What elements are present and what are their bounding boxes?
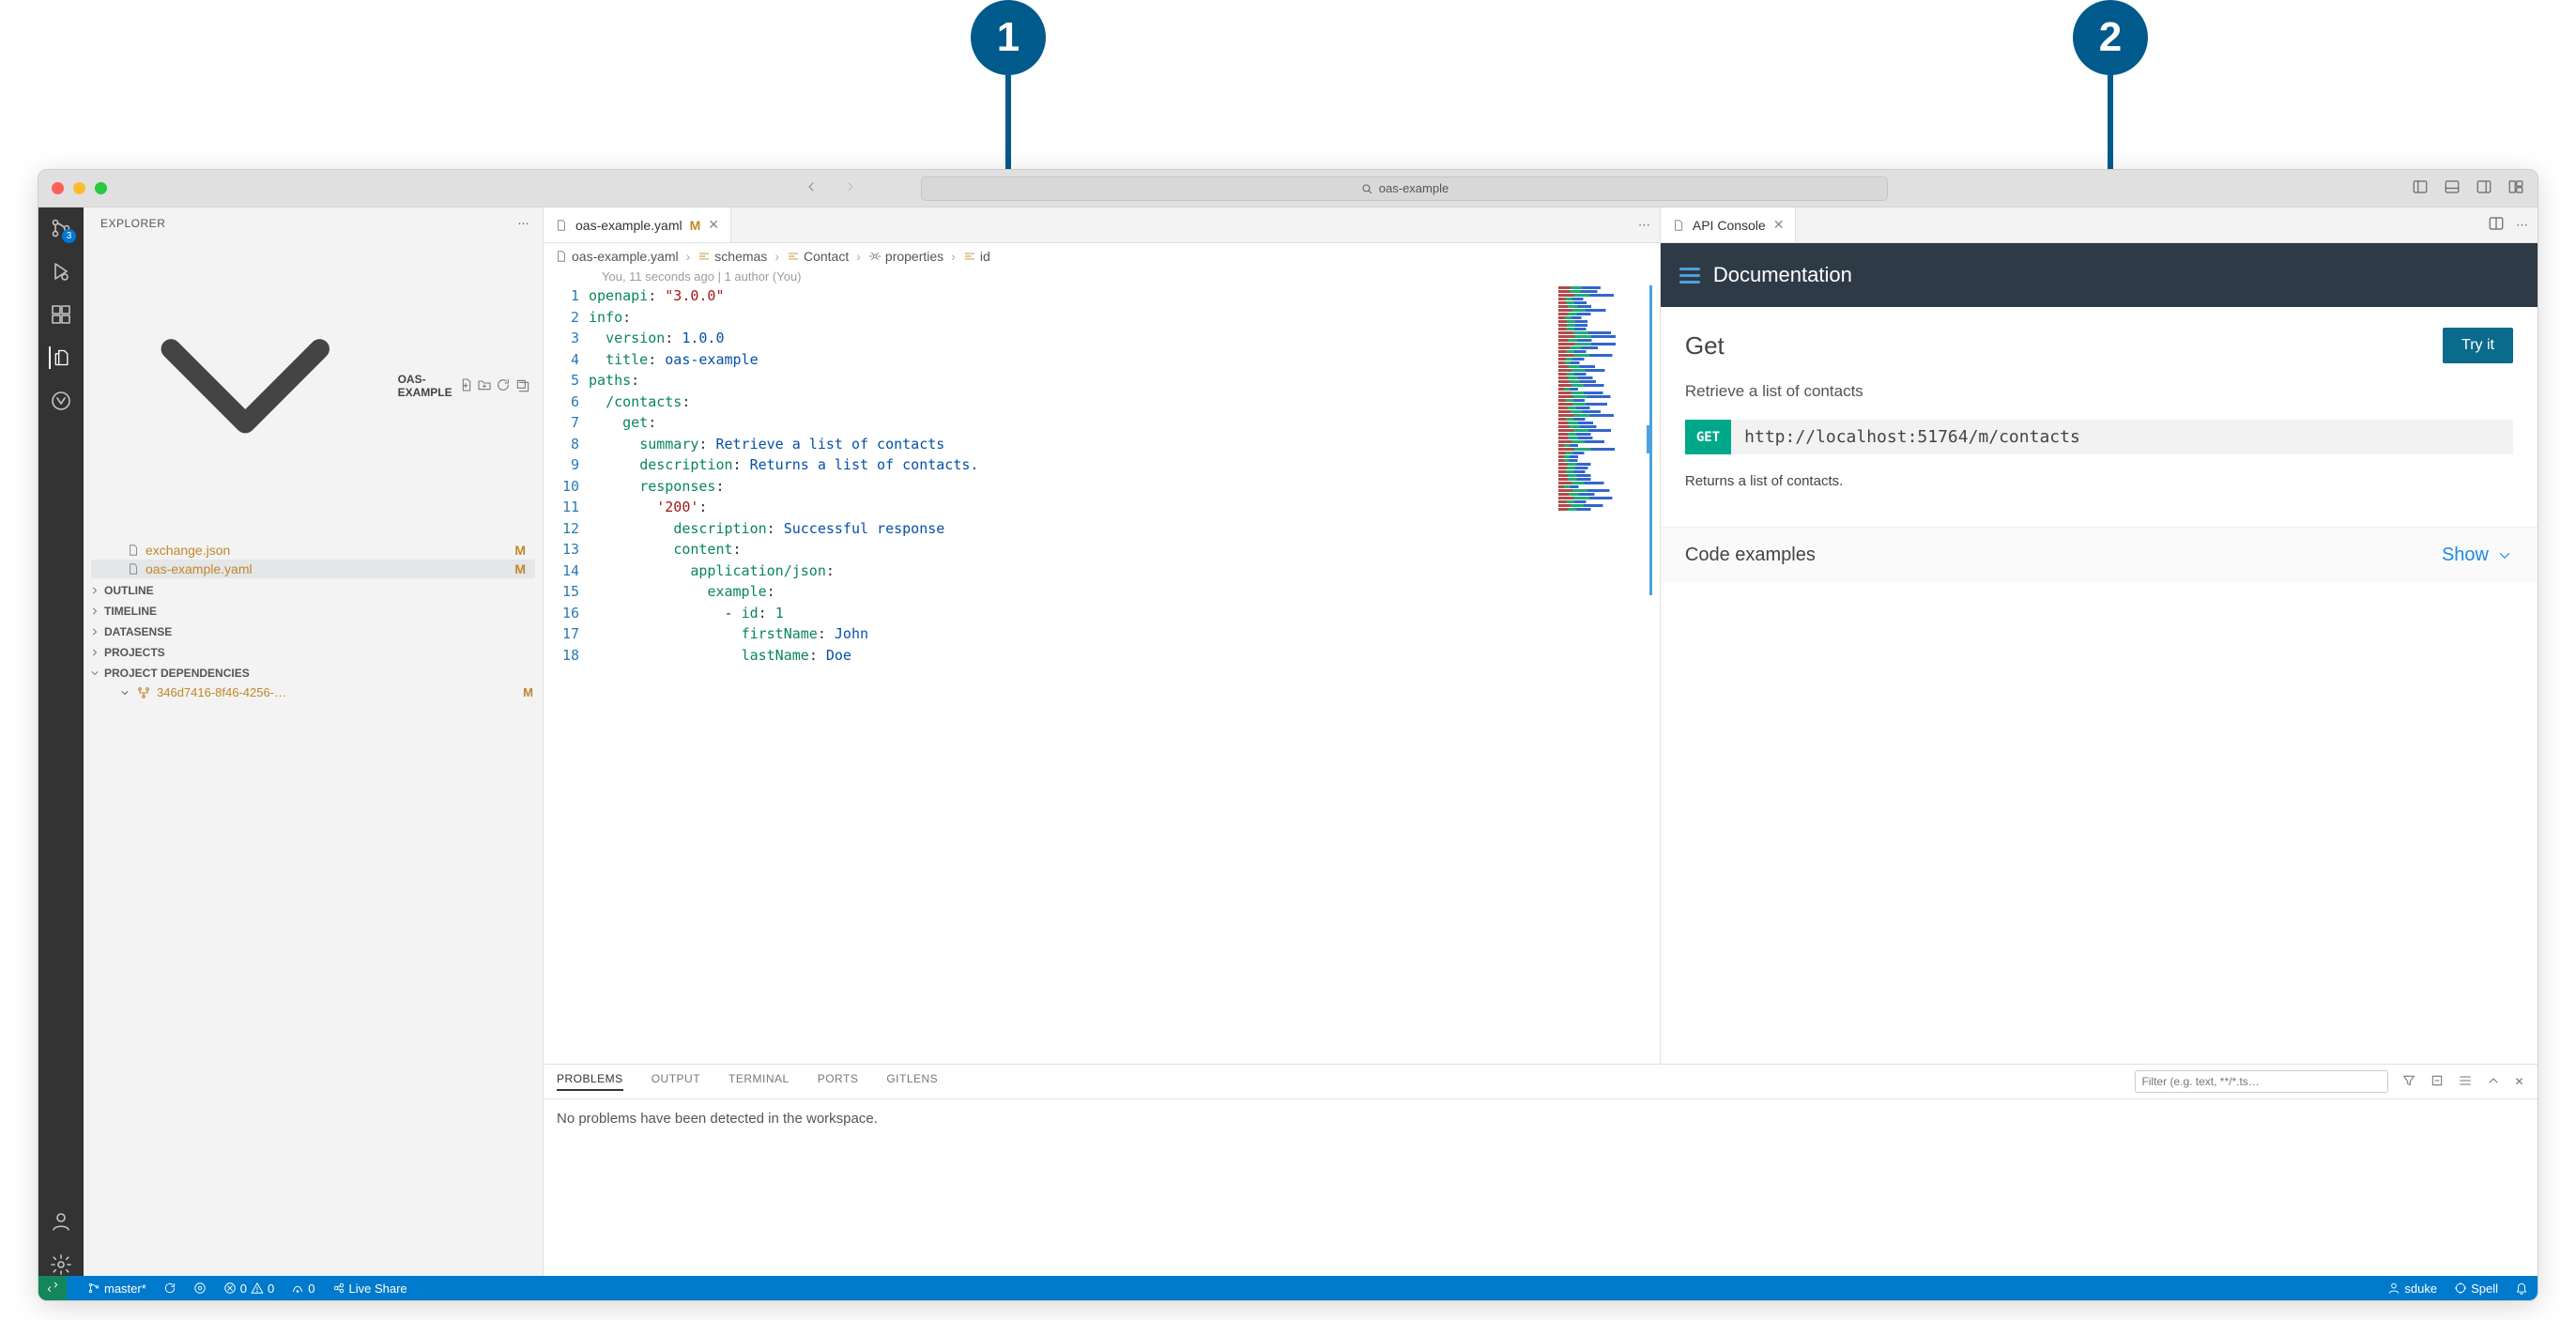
project-dependencies-section[interactable]: PROJECT DEPENDENCIES — [84, 663, 543, 683]
collapse-icon[interactable] — [2430, 1073, 2445, 1091]
sidebar-section-projects[interactable]: PROJECTS — [84, 642, 543, 663]
command-center-text: oas-example — [1379, 181, 1449, 195]
code-editor[interactable]: 123456789101112131415161718 openapi: "3.… — [544, 285, 1660, 1064]
panel-tab-ports[interactable]: PORTS — [818, 1072, 859, 1091]
window-minimize-icon[interactable] — [73, 182, 85, 194]
dependency-item[interactable]: 346d7416-8f46-4256-… M — [84, 683, 543, 702]
scm-icon[interactable]: 3 — [50, 217, 72, 239]
panel-tab-gitlens[interactable]: GITLENS — [886, 1072, 938, 1091]
editor-right: API Console ✕ ⋯ Documentation — [1660, 207, 2538, 1064]
panel-tab-problems[interactable]: PROBLEMS — [557, 1072, 623, 1091]
editor-more-icon[interactable]: ⋯ — [1638, 218, 1650, 233]
dependency-name: 346d7416-8f46-4256-… — [157, 685, 286, 699]
api-console-title: Documentation — [1713, 263, 1852, 287]
refresh-icon[interactable] — [496, 377, 511, 395]
nav-back-icon[interactable] — [804, 179, 819, 197]
try-it-button[interactable]: Try it — [2443, 328, 2513, 363]
sidebar-title: EXPLORER — [100, 217, 165, 230]
notifications-icon[interactable] — [2515, 1282, 2528, 1295]
new-folder-icon[interactable] — [477, 377, 492, 395]
run-debug-icon[interactable] — [50, 260, 72, 283]
http-method-badge: GET — [1685, 420, 1731, 454]
explorer-icon[interactable] — [49, 346, 71, 369]
problems-empty-message: No problems have been detected in the wo… — [544, 1099, 2538, 1138]
project-root[interactable]: OAS-EXAMPLE — [91, 234, 535, 539]
problems-filter-input[interactable] — [2135, 1070, 2388, 1093]
file-item[interactable]: exchange.jsonM — [91, 541, 535, 560]
split-editor-icon[interactable] — [2488, 215, 2505, 235]
window-close-icon[interactable] — [52, 182, 64, 194]
minimap[interactable] — [1558, 285, 1652, 595]
collapse-all-icon[interactable] — [514, 377, 529, 395]
gitlens-status[interactable] — [193, 1282, 207, 1295]
endpoint-url: http://localhost:51764/m/contacts — [1731, 420, 2093, 454]
titlebar: oas-example — [38, 170, 2538, 207]
live-share-status[interactable]: Live Share — [332, 1282, 407, 1296]
operation-description: Returns a list of contacts. — [1685, 473, 2513, 489]
sidebar-section-datasense[interactable]: DATASENSE — [84, 622, 543, 642]
extensions-icon[interactable] — [50, 303, 72, 326]
status-bar: master* 0 0 0 Live Share — [38, 1276, 2538, 1300]
bottom-panel: PROBLEMS OUTPUT TERMINAL PORTS GITLENS ✕ No … — [544, 1064, 2538, 1276]
callout-2: 2 — [2073, 0, 2148, 197]
panel-tab-output[interactable]: OUTPUT — [652, 1072, 700, 1091]
tab-api-console[interactable]: API Console ✕ — [1661, 207, 1797, 242]
remote-indicator[interactable] — [38, 1276, 67, 1300]
settings-gear-icon[interactable] — [50, 1253, 72, 1276]
nav-forward-icon[interactable] — [843, 179, 858, 197]
tab-oas-example[interactable]: oas-example.yaml M ✕ — [544, 207, 731, 242]
sync-status[interactable] — [163, 1282, 176, 1295]
sidebar-section-outline[interactable]: OUTLINE — [84, 580, 543, 601]
spell-status[interactable]: Spell — [2454, 1282, 2498, 1296]
activity-bar: 3 — [38, 207, 84, 1276]
problems-status[interactable]: 0 0 — [223, 1282, 274, 1296]
panel-left-icon[interactable] — [2412, 178, 2429, 198]
file-item[interactable]: oas-example.yamlM — [91, 560, 535, 578]
filter-icon[interactable] — [2401, 1073, 2416, 1091]
user-status[interactable]: sduke — [2387, 1282, 2437, 1296]
editor-left: oas-example.yaml M ✕ ⋯ oas-example.yaml … — [544, 207, 1660, 1064]
operation-summary: Retrieve a list of contacts — [1685, 382, 2513, 401]
tab-close-icon[interactable]: ✕ — [708, 217, 719, 233]
project-name: OAS-EXAMPLE — [398, 373, 454, 399]
panel-chevron-up-icon[interactable] — [2486, 1073, 2501, 1091]
app-window: oas-example 3 — [38, 169, 2538, 1301]
sidebar-section-timeline[interactable]: TIMELINE — [84, 601, 543, 622]
command-center[interactable]: oas-example — [921, 177, 1888, 201]
ports-status[interactable]: 0 — [291, 1282, 314, 1296]
mulesoft-icon[interactable] — [50, 390, 72, 412]
api-console-header: Documentation — [1661, 243, 2538, 307]
code-examples-section[interactable]: Code examples Show — [1661, 527, 2538, 583]
view-as-list-icon[interactable] — [2458, 1073, 2473, 1091]
editor-more-icon[interactable]: ⋯ — [2516, 218, 2528, 233]
panel-tab-terminal[interactable]: TERMINAL — [728, 1072, 790, 1091]
breadcrumb[interactable]: oas-example.yaml › schemas › Contact › p… — [544, 243, 1660, 269]
callout-1: 1 — [971, 0, 1046, 197]
show-link[interactable]: Show — [2442, 545, 2489, 566]
endpoint-box: GET http://localhost:51764/m/contacts — [1685, 420, 2513, 454]
sidebar: EXPLORER ⋯ OAS-EXAMPLE exchan — [84, 207, 544, 1276]
sidebar-more-icon[interactable]: ⋯ — [518, 217, 530, 230]
tab-close-icon[interactable]: ✕ — [1773, 217, 1785, 233]
panel-bottom-icon[interactable] — [2444, 178, 2461, 198]
git-blame-annotation: You, 11 seconds ago | 1 author (You) — [544, 269, 1660, 285]
branch-status[interactable]: master* — [87, 1282, 146, 1296]
panel-close-icon[interactable]: ✕ — [2514, 1075, 2524, 1088]
layout-customize-icon[interactable] — [2507, 178, 2524, 198]
panel-right-icon[interactable] — [2476, 178, 2492, 198]
operation-title: Get — [1685, 331, 1725, 361]
window-maximize-icon[interactable] — [95, 182, 107, 194]
account-icon[interactable] — [50, 1210, 72, 1233]
hamburger-icon[interactable] — [1679, 268, 1700, 284]
new-file-icon[interactable] — [458, 377, 473, 395]
scm-badge: 3 — [62, 229, 76, 243]
